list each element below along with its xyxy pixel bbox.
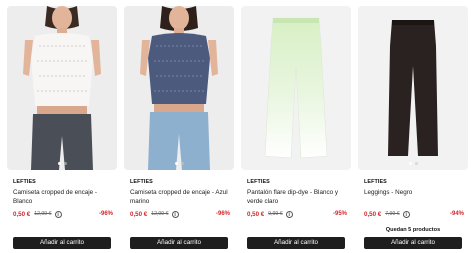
product-image[interactable]	[358, 6, 468, 170]
current-price: 0,50 €	[364, 210, 382, 218]
carousel-dot-active[interactable]	[408, 162, 412, 165]
product-image[interactable]	[124, 6, 234, 170]
carousel-dot[interactable]	[63, 162, 67, 165]
product-brand: LEFTIES	[247, 179, 270, 185]
price-row: 0,50 € 7,99 € i -94%	[364, 210, 464, 218]
add-to-cart-button[interactable]: Añadir al carrito	[13, 237, 111, 249]
product-title[interactable]: Leggings - Negro	[364, 188, 466, 197]
product-brand: LEFTIES	[13, 179, 36, 185]
product-brand: LEFTIES	[130, 179, 153, 185]
product-card: LEFTIES Pantalón flare dip-dye - Blanco …	[241, 6, 351, 249]
image-carousel-dots[interactable]	[358, 162, 468, 165]
product-image[interactable]	[241, 6, 351, 170]
product-image[interactable]	[7, 6, 117, 170]
product-title[interactable]: Pantalón flare dip-dye - Blanco y verde …	[247, 188, 349, 206]
product-brand: LEFTIES	[364, 179, 387, 185]
current-price: 0,50 €	[130, 210, 148, 218]
info-icon[interactable]: i	[285, 210, 293, 218]
original-price: 7,99 €	[385, 211, 400, 217]
original-price: 12,99 €	[34, 211, 52, 217]
product-grid: LEFTIES Camiseta cropped de encaje - Bla…	[7, 6, 468, 249]
add-to-cart-button[interactable]: Añadir al carrito	[247, 237, 345, 249]
price-row: 0,50 € 12,99 € i -96%	[13, 210, 113, 218]
product-card: LEFTIES Camiseta cropped de encaje - Bla…	[7, 6, 117, 249]
carousel-dot-active[interactable]	[57, 162, 61, 165]
carousel-dot-active[interactable]	[174, 162, 178, 165]
current-price: 0,50 €	[13, 210, 31, 218]
product-title[interactable]: Camiseta cropped de encaje - Azul marino	[130, 188, 232, 206]
discount-badge: -96%	[215, 211, 230, 217]
product-title[interactable]: Camiseta cropped de encaje - Blanco	[13, 188, 115, 206]
price-row: 0,50 € 9,99 € i -95%	[247, 210, 347, 218]
add-to-cart-button[interactable]: Añadir al carrito	[130, 237, 228, 249]
info-icon[interactable]: i	[171, 210, 179, 218]
image-carousel-dots[interactable]	[124, 162, 234, 165]
current-price: 0,50 €	[247, 210, 265, 218]
price-row: 0,50 € 12,99 € i -96%	[130, 210, 230, 218]
product-card: LEFTIES Leggings - Negro 0,50 € 7,99 € i…	[358, 6, 468, 249]
carousel-dot[interactable]	[180, 162, 184, 165]
discount-badge: -94%	[449, 211, 464, 217]
add-to-cart-button[interactable]: Añadir al carrito	[364, 237, 462, 249]
original-price: 12,99 €	[151, 211, 169, 217]
info-icon[interactable]: i	[54, 210, 62, 218]
discount-badge: -95%	[332, 211, 347, 217]
image-carousel-dots[interactable]	[7, 162, 117, 165]
product-card: LEFTIES Camiseta cropped de encaje - Azu…	[124, 6, 234, 249]
carousel-dot[interactable]	[414, 162, 418, 165]
discount-badge: -96%	[98, 211, 113, 217]
info-icon[interactable]: i	[402, 210, 410, 218]
original-price: 9,99 €	[268, 211, 283, 217]
stock-notice: Quedan 5 productos	[385, 227, 441, 233]
